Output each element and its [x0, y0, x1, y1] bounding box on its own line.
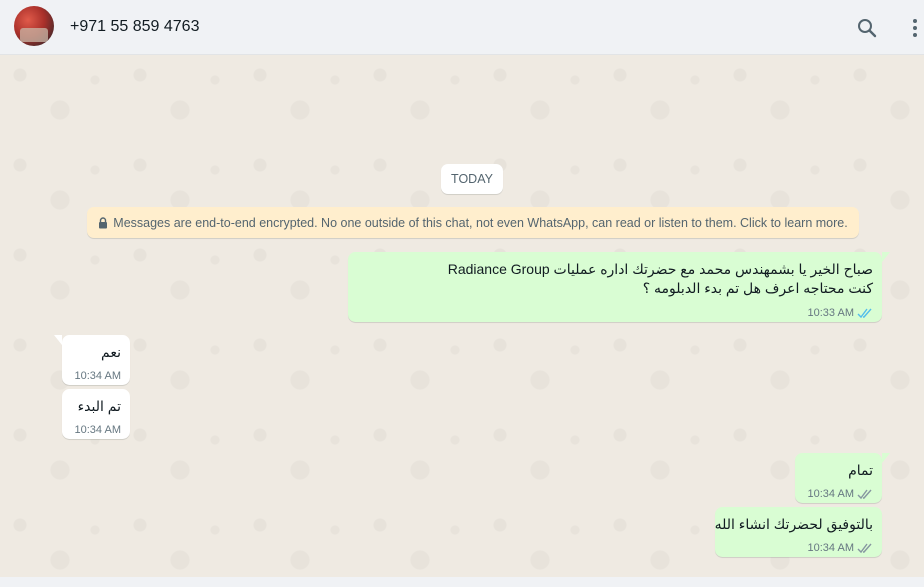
message-text: بالتوفيق لحضرتك انشاء الله [714, 516, 873, 532]
contact-name[interactable]: +971 55 859 4763 [70, 18, 199, 36]
encryption-notice-text: Messages are end-to-end encrypted. No on… [113, 215, 848, 230]
message-outgoing[interactable]: صباح الخير يا بشمهندس محمد مع حضرتك ادار… [348, 252, 890, 322]
message-incoming[interactable]: نعم 10:34 AM [54, 335, 130, 385]
message-line: كنت محتاجه اعرف هل تم بدء الدبلومه ؟ [642, 280, 873, 296]
message-time: 10:34 AM [74, 424, 121, 436]
menu-icon[interactable] [906, 16, 924, 40]
message-text: نعم [101, 344, 121, 360]
read-ticks-icon [857, 308, 873, 319]
message-incoming[interactable]: تم البدء 10:34 AM [62, 389, 130, 439]
message-time: 10:34 AM [807, 488, 854, 500]
message-outgoing[interactable]: بالتوفيق لحضرتك انشاء الله 10:34 AM [715, 507, 882, 557]
message-meta: 10:34 AM [75, 424, 121, 436]
delivered-ticks-icon [857, 489, 873, 500]
message-text: تم البدء [77, 398, 121, 414]
search-icon[interactable] [855, 16, 879, 40]
message-text: صباح الخير يا بشمهندس محمد مع حضرتك ادار… [448, 260, 873, 298]
date-separator: TODAY [441, 164, 503, 194]
message-meta: 10:33 AM [808, 307, 873, 319]
message-meta: 10:34 AM [808, 542, 873, 554]
message-time: 10:34 AM [807, 542, 854, 554]
message-line: صباح الخير يا بشمهندس محمد مع حضرتك ادار… [447, 261, 873, 277]
encryption-notice[interactable]: Messages are end-to-end encrypted. No on… [87, 207, 859, 238]
chat-header: +971 55 859 4763 [0, 0, 924, 55]
footer-strip [0, 577, 924, 587]
message-outgoing[interactable]: تمام 10:34 AM [795, 453, 890, 503]
message-meta: 10:34 AM [808, 488, 873, 500]
message-meta: 10:34 AM [75, 370, 121, 382]
delivered-ticks-icon [857, 543, 873, 554]
message-text: تمام [848, 462, 873, 478]
lock-icon [98, 216, 108, 229]
message-time: 10:34 AM [74, 370, 121, 382]
message-time: 10:33 AM [807, 307, 854, 319]
avatar[interactable] [14, 6, 54, 46]
